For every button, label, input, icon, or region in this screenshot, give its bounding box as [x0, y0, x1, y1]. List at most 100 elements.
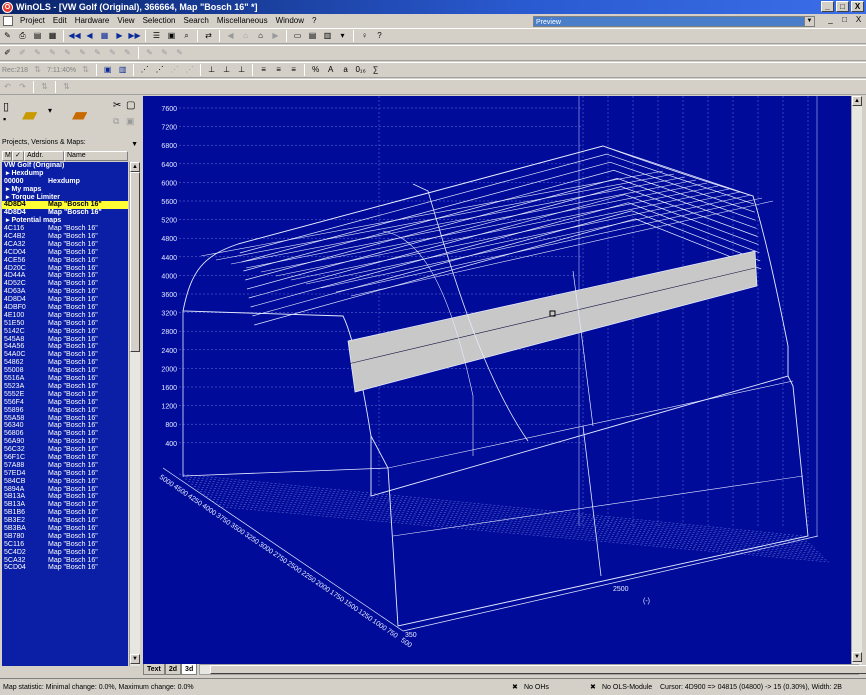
list-item[interactable]: 56C32 Map "Bosch 16": [2, 446, 128, 454]
list-item[interactable]: 5B3E2 Map "Bosch 16": [2, 517, 128, 525]
list-item[interactable]: 54A56 Map "Bosch 16": [2, 343, 128, 351]
previous-icon[interactable]: ◀: [83, 30, 96, 42]
tools-icon[interactable]: ✂: [113, 100, 121, 111]
scroll-up-icon[interactable]: ▲: [852, 96, 862, 106]
format-c-icon[interactable]: ≡: [287, 64, 300, 76]
list-item[interactable]: 5552E Map "Bosch 16": [2, 391, 128, 399]
rec-field[interactable]: Rec:218: [0, 67, 30, 74]
undo-icon[interactable]: ↶: [1, 81, 14, 93]
import-icon[interactable]: ▦: [46, 30, 59, 42]
tab-2d[interactable]: 2d: [164, 664, 182, 675]
chevron-down-icon[interactable]: ▼: [131, 139, 138, 151]
list-scrollbar[interactable]: ▲ ▼: [129, 162, 140, 666]
light-icon[interactable]: ♀: [358, 30, 371, 42]
tab-text[interactable]: Text: [143, 664, 165, 675]
list-item[interactable]: 5C116 Map "Bosch 16": [2, 541, 128, 549]
tool-i-icon[interactable]: ✎: [121, 47, 134, 59]
list-item[interactable]: 55008 Map "Bosch 16": [2, 367, 128, 375]
paste-icon[interactable]: ▣: [126, 116, 135, 127]
col-addr[interactable]: Addr.: [24, 151, 64, 161]
scroll-down-icon[interactable]: ▼: [852, 652, 862, 662]
tool-k-icon[interactable]: ✎: [158, 47, 171, 59]
list-icon[interactable]: ☰: [150, 30, 163, 42]
compare-icon[interactable]: ⇄: [202, 30, 215, 42]
list-item[interactable]: 4D52C Map "Bosch 16": [2, 280, 128, 288]
tool-m-icon[interactable]: ⇅: [38, 81, 51, 93]
list-item[interactable]: 56F1C Map "Bosch 16": [2, 454, 128, 462]
list-item[interactable]: 4CA32 Map "Bosch 16": [2, 241, 128, 249]
list-item[interactable]: 4D20C Map "Bosch 16": [2, 265, 128, 273]
save-icon[interactable]: ▪: [3, 114, 6, 124]
list-item[interactable]: 55A58 Map "Bosch 16": [2, 415, 128, 423]
tree-group[interactable]: ▸ Potential maps: [2, 217, 128, 225]
text-b-icon[interactable]: a: [339, 64, 352, 76]
tree-group[interactable]: ▸ My maps: [2, 186, 128, 194]
print-icon[interactable]: ⎙: [16, 30, 29, 42]
back-icon[interactable]: ◀: [224, 30, 237, 42]
list-item[interactable]: 5CA32 Map "Bosch 16": [2, 557, 128, 565]
map-3d-plot[interactable]: 7600 7200 6800 6400 6000 5600 5200 4800 4400 4000…: [143, 96, 859, 664]
maximize-button[interactable]: □: [836, 1, 849, 12]
dropdown-icon[interactable]: ▾: [336, 30, 349, 42]
rec-spin-icon[interactable]: ⇅: [31, 64, 44, 76]
list-item[interactable]: 5B1B6 Map "Bosch 16": [2, 509, 128, 517]
map-icon[interactable]: ▣: [165, 30, 178, 42]
mdi-close-button[interactable]: X: [853, 15, 864, 25]
tile-icon[interactable]: ▤: [306, 30, 319, 42]
map-3d-view[interactable]: 7600 7200 6800 6400 6000 5600 5200 4800 4400 4000…: [143, 96, 859, 664]
list-item[interactable]: 4D8D4 Map "Bosch 16": [2, 209, 128, 217]
last-icon[interactable]: ▶▶: [128, 30, 141, 42]
house-icon[interactable]: ⌂: [254, 30, 267, 42]
list-item[interactable]: 4CE56 Map "Bosch 16": [2, 257, 128, 265]
scroll-down-icon[interactable]: ▼: [130, 654, 140, 664]
list-item[interactable]: 4E100 Map "Bosch 16": [2, 312, 128, 320]
graph-b-icon[interactable]: ⋰: [153, 64, 166, 76]
list-item[interactable]: 4D63A Map "Bosch 16": [2, 288, 128, 296]
tool-a-icon[interactable]: ✐: [1, 47, 14, 59]
list-item[interactable]: 4CD04 Map "Bosch 16": [2, 249, 128, 257]
list-item[interactable]: 57A88 Map "Bosch 16": [2, 462, 128, 470]
list-item[interactable]: 56A90 Map "Bosch 16": [2, 438, 128, 446]
tool-j-icon[interactable]: ✎: [143, 47, 156, 59]
tool-e-icon[interactable]: ✎: [61, 47, 74, 59]
forward-icon[interactable]: ▶: [269, 30, 282, 42]
folder-dropdown-icon[interactable]: ▾: [48, 106, 52, 115]
tab-3d[interactable]: 3d: [181, 664, 198, 675]
new-project-icon[interactable]: ✎: [1, 30, 14, 42]
menu-miscellaneous[interactable]: Miscellaneous: [213, 14, 272, 27]
scroll-thumb[interactable]: [130, 172, 140, 352]
preview-dropdown[interactable]: Preview ▼: [533, 16, 815, 27]
list-item[interactable]: 584CB Map "Bosch 16": [2, 478, 128, 486]
list-item[interactable]: 4D44A Map "Bosch 16": [2, 272, 128, 280]
list-item[interactable]: 55896 Map "Bosch 16": [2, 407, 128, 415]
list-item[interactable]: 5C4D2 Map "Bosch 16": [2, 549, 128, 557]
menu-project[interactable]: Project: [16, 14, 49, 27]
copy-icon[interactable]: ⧉: [113, 116, 119, 127]
list-item[interactable]: 54A0C Map "Bosch 16": [2, 351, 128, 359]
list-item[interactable]: 5523A Map "Bosch 16": [2, 383, 128, 391]
graph-d-icon[interactable]: ⋰: [183, 64, 196, 76]
tool-d-icon[interactable]: ✎: [46, 47, 59, 59]
col-check[interactable]: ✓: [12, 151, 24, 161]
list-item[interactable]: 4C116 Map "Bosch 16": [2, 225, 128, 233]
view-b-icon[interactable]: ▥: [116, 64, 129, 76]
list-item[interactable]: 56806 Map "Bosch 16": [2, 430, 128, 438]
list-item[interactable]: 4D8D4 Map "Bosch 16": [2, 201, 128, 210]
project-folder-icon[interactable]: ▰: [72, 102, 87, 127]
horizontal-scrollbar[interactable]: [199, 664, 866, 675]
list-item[interactable]: 5B13A Map "Bosch 16": [2, 493, 128, 501]
list-item[interactable]: 51E50 Map "Bosch 16": [2, 320, 128, 328]
list-item[interactable]: 5142C Map "Bosch 16": [2, 328, 128, 336]
menu-edit[interactable]: Edit: [49, 14, 71, 27]
tool-h-icon[interactable]: ✎: [106, 47, 119, 59]
hex-icon[interactable]: 0₁₆: [354, 64, 367, 76]
tool-g-icon[interactable]: ✎: [91, 47, 104, 59]
list-item[interactable]: 5B3BA Map "Bosch 16": [2, 525, 128, 533]
cascade-icon[interactable]: ▥: [321, 30, 334, 42]
list-item[interactable]: 00000 Hexdump: [2, 178, 128, 186]
graph-a-icon[interactable]: ⋰: [138, 64, 151, 76]
tool-b-icon[interactable]: ✐: [16, 47, 29, 59]
open-folder-icon[interactable]: ▰: [22, 102, 37, 127]
scroll-thumb[interactable]: [210, 665, 866, 674]
format-b-icon[interactable]: ≡: [272, 64, 285, 76]
